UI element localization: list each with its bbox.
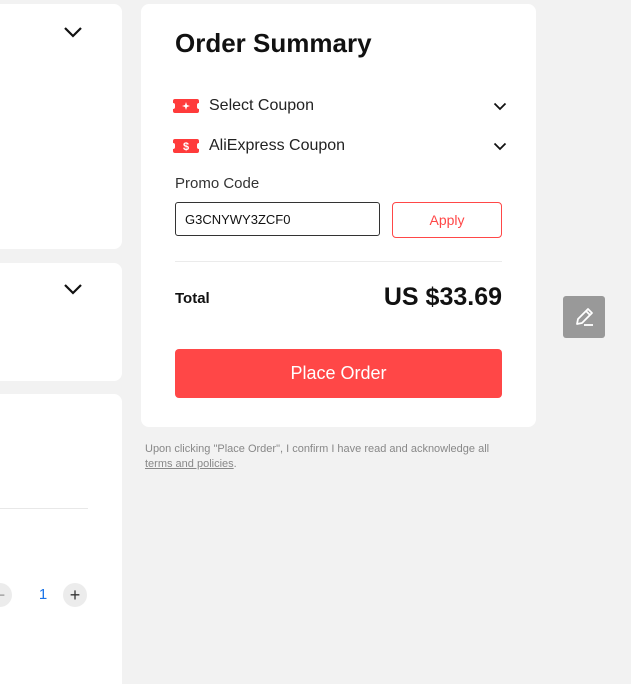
total-value: US $33.69 xyxy=(383,283,502,311)
increase-quantity-button[interactable]: + xyxy=(63,583,87,607)
quantity-stepper: − 1 + xyxy=(0,582,122,608)
chevron-down-icon[interactable] xyxy=(63,26,83,38)
chevron-down-icon[interactable] xyxy=(63,283,83,295)
items-card: − 1 + xyxy=(0,394,122,684)
svg-text:$: $ xyxy=(183,141,189,152)
decrease-quantity-button[interactable]: − xyxy=(0,583,12,607)
disclaimer-text: Upon clicking "Place Order", I confirm I… xyxy=(145,443,490,455)
terms-and-policies-link[interactable]: terms and policies xyxy=(145,458,234,470)
aliexpress-coupon-label: AliExpress Coupon xyxy=(209,137,346,154)
shipping-card xyxy=(0,4,122,249)
total-label: Total xyxy=(175,290,210,307)
place-order-button[interactable]: Place Order xyxy=(175,349,502,398)
summary-divider xyxy=(175,261,502,262)
quantity-value: 1 xyxy=(38,586,48,603)
disclaimer-suffix: . xyxy=(233,458,237,470)
pencil-edit-icon xyxy=(576,308,593,326)
edit-button[interactable] xyxy=(563,296,605,338)
select-coupon-row[interactable]: Select Coupon xyxy=(171,94,507,118)
promo-code-label: Promo Code xyxy=(175,175,260,192)
chevron-down-icon[interactable] xyxy=(493,102,507,111)
order-summary-card: Order Summary Select Coupon $ AliExpress… xyxy=(141,4,536,427)
order-summary-title: Order Summary xyxy=(175,28,372,58)
coupon-ticket-icon xyxy=(171,99,201,113)
dollar-coupon-icon: $ xyxy=(171,139,201,153)
select-coupon-label: Select Coupon xyxy=(209,97,314,114)
aliexpress-coupon-row[interactable]: $ AliExpress Coupon xyxy=(171,134,507,158)
item-divider xyxy=(0,508,88,509)
chevron-down-icon[interactable] xyxy=(493,142,507,151)
promo-code-input[interactable] xyxy=(175,202,380,236)
payment-card xyxy=(0,263,122,381)
order-disclaimer: Upon clicking "Place Order", I confirm I… xyxy=(145,442,537,472)
apply-button[interactable]: Apply xyxy=(392,202,502,238)
